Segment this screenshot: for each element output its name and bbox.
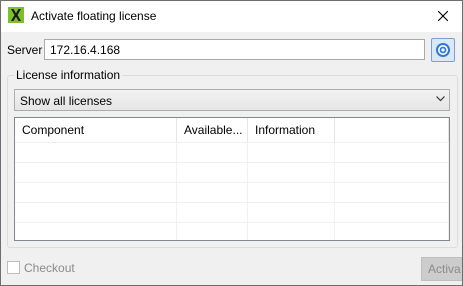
server-input[interactable] xyxy=(44,39,425,60)
checkout-checkbox[interactable] xyxy=(7,261,20,274)
license-table[interactable]: Component Available... Information xyxy=(14,117,450,241)
window-title: Activate floating license xyxy=(31,9,157,23)
license-information-title: License information xyxy=(14,68,123,82)
close-button[interactable] xyxy=(424,1,462,32)
checkout-label: Checkout xyxy=(24,261,75,275)
connect-icon xyxy=(436,43,450,57)
close-icon xyxy=(438,11,448,21)
column-header-available[interactable]: Available... xyxy=(177,118,248,142)
chevron-down-icon xyxy=(436,96,445,102)
column-header-component[interactable]: Component xyxy=(15,118,177,142)
license-filter-value: Show all licenses xyxy=(20,94,113,108)
table-row xyxy=(15,142,449,163)
table-row xyxy=(15,182,449,203)
title-bar: Activate floating license xyxy=(1,1,462,32)
x-app-icon xyxy=(8,7,24,23)
license-filter-dropdown[interactable]: Show all licenses xyxy=(14,89,450,111)
column-header-information[interactable]: Information xyxy=(248,118,335,142)
server-label: Server xyxy=(7,43,43,57)
table-row xyxy=(15,222,449,240)
connect-button[interactable] xyxy=(431,38,455,62)
activate-button[interactable]: Activa xyxy=(421,257,462,281)
table-row xyxy=(15,202,449,223)
table-header: Component Available... Information xyxy=(15,118,449,142)
table-row xyxy=(15,162,449,183)
column-header-extra[interactable] xyxy=(335,118,449,142)
activate-floating-license-dialog: Activate floating license Server License… xyxy=(0,0,463,286)
